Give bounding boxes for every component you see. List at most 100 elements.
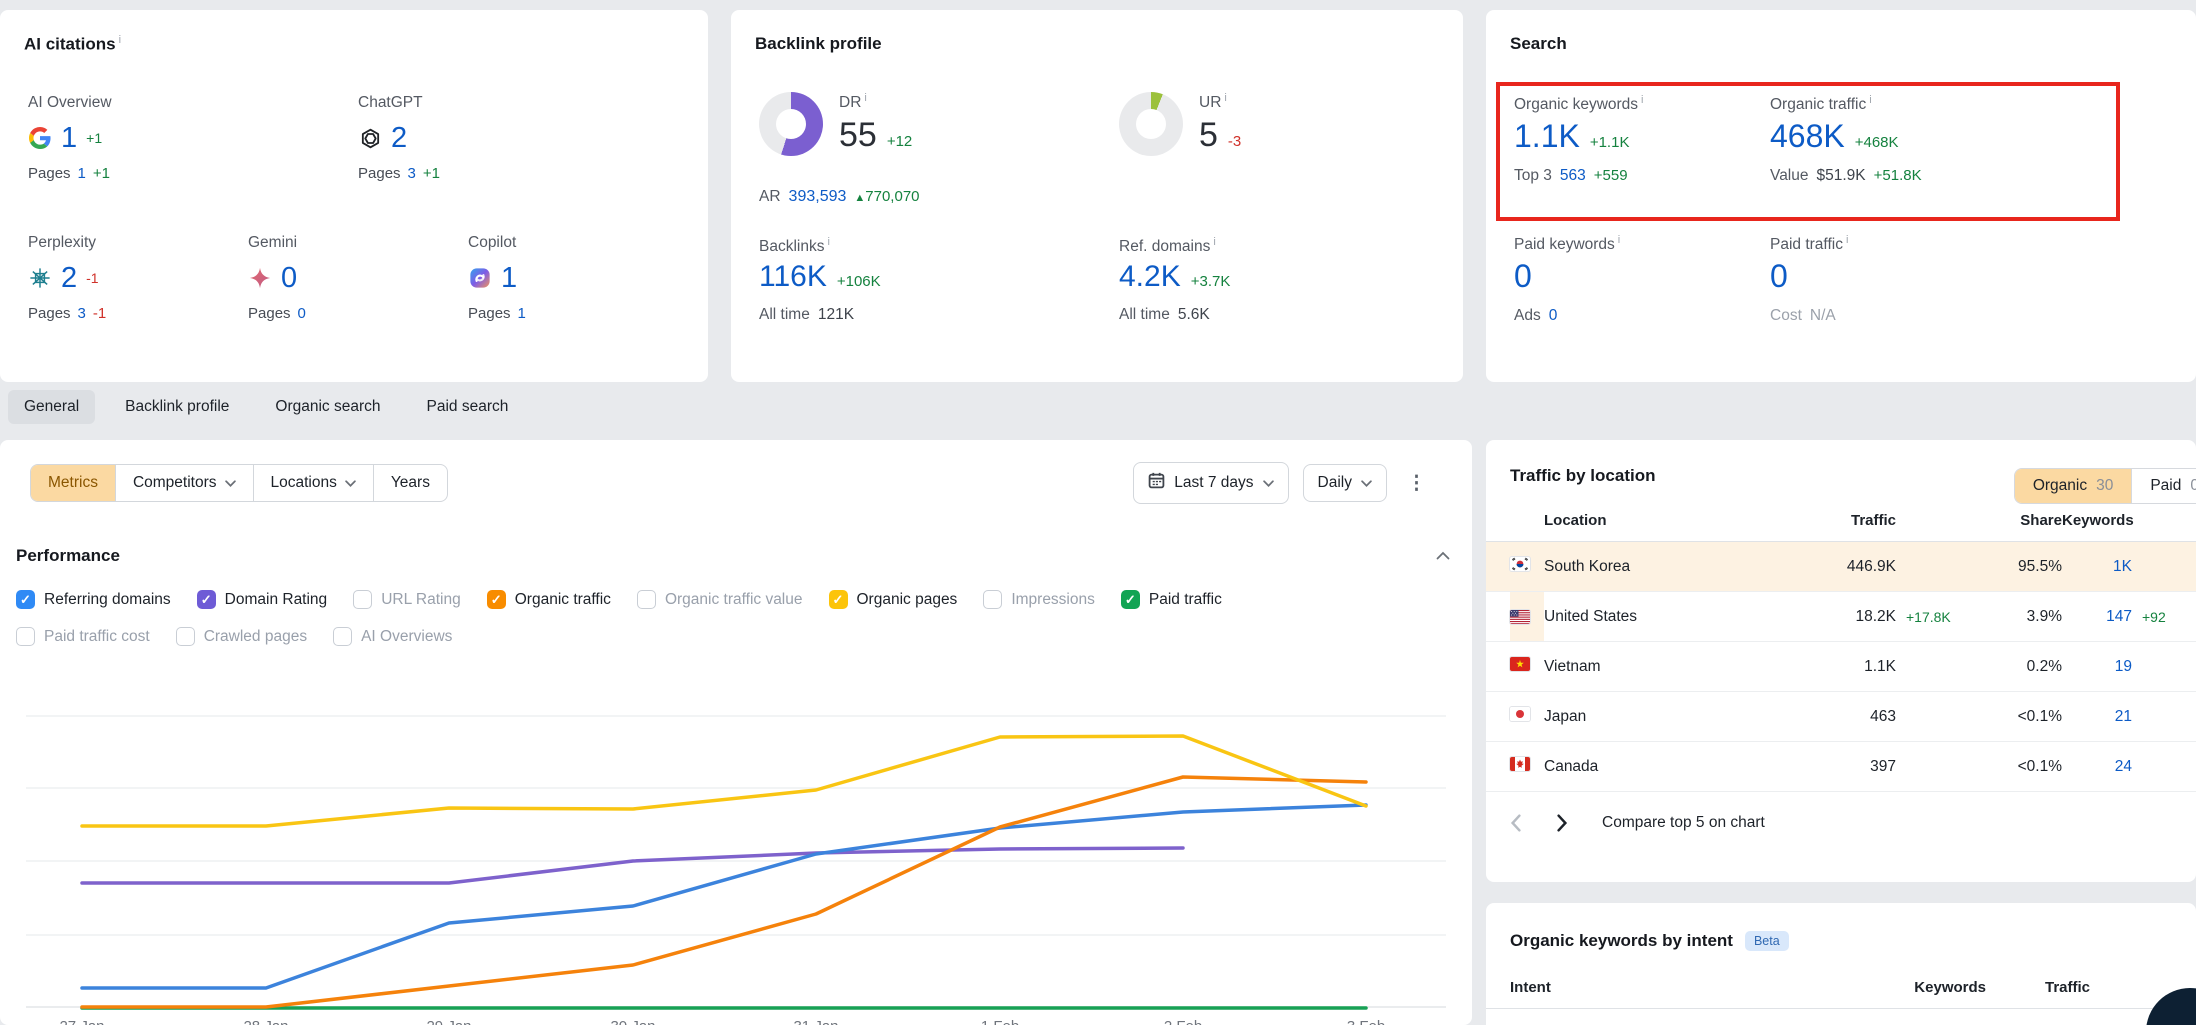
pages-value[interactable]: 3 [78,305,86,322]
info-icon[interactable]: i [1846,234,1848,246]
col-location[interactable]: Location [1544,512,1766,529]
col-intent[interactable]: Intent [1510,979,1866,996]
col-keywords[interactable]: Keywords [2062,512,2132,529]
organic-traffic-label: Organic traffici [1770,94,1922,114]
pages-value[interactable]: 1 [518,305,526,322]
tab-backlink-profile[interactable]: Backlink profile [109,390,245,424]
metric-checkbox-impressions[interactable]: Impressions [983,590,1095,609]
chart-x-tick-label: 2 Feb [1164,1018,1202,1025]
performance-line-chart[interactable]: 27 Jan28 Jan29 Jan30 Jan31 Jan1 Feb2 Feb… [0,688,1472,1025]
location-row-united-states[interactable]: United States 18.2K +17.8K 3.9% 147 +92 [1486,592,2196,642]
col-intent-keywords[interactable]: Keywords [1866,979,1986,996]
ai-citation-count[interactable]: 1 [501,262,517,295]
location-keywords[interactable]: 21 [2062,708,2132,726]
collapse-chevron-icon[interactable] [1436,547,1450,565]
col-traffic[interactable]: Traffic [1766,512,1896,529]
metric-checkbox-domain-rating[interactable]: ✓Domain Rating [197,590,328,609]
backlinks-value[interactable]: 116K [759,260,827,294]
backlinks-block: Backlinksi 116K+106K All time121K [759,236,881,324]
location-row-vietnam[interactable]: Vietnam 1.1K 0.2% 19 [1486,642,2196,692]
metric-checkbox-crawled-pages[interactable]: Crawled pages [176,627,307,646]
checkbox-unchecked-icon [983,590,1002,609]
tab-organic-search[interactable]: Organic search [259,390,396,424]
ai-citation-count[interactable]: 1 [61,122,77,155]
checkbox-checked-icon: ✓ [16,590,35,609]
paid-traffic-value[interactable]: 0 [1770,258,1788,295]
location-row-japan[interactable]: Japan 463 <0.1% 21 [1486,692,2196,742]
info-icon[interactable]: i [119,34,121,46]
location-keywords[interactable]: 147 [2062,608,2132,626]
location-keywords[interactable]: 24 [2062,758,2132,776]
ai-provider-label: Gemini [248,234,468,252]
tab-paid-search[interactable]: Paid search [411,390,525,424]
filter-competitors[interactable]: Competitors [115,465,253,501]
pages-value[interactable]: 0 [298,305,306,322]
location-keywords[interactable]: 19 [2062,658,2132,676]
ai-citation-count[interactable]: 2 [391,122,407,155]
info-icon[interactable]: i [1213,236,1215,248]
location-keywords[interactable]: 1K [2062,558,2132,576]
flag-icon-ca [1510,757,1544,776]
location-row-canada[interactable]: Canada 397 <0.1% 24 [1486,742,2196,792]
next-page-icon[interactable] [1556,814,1568,832]
metric-checkbox-ai-overviews[interactable]: AI Overviews [333,627,452,646]
backlinks-alltime-value: 121K [818,306,854,324]
metric-checkbox-organic-pages[interactable]: ✓Organic pages [829,590,958,609]
location-row-south-korea[interactable]: South Korea 446.9K 95.5% 1K [1486,542,2196,592]
info-icon[interactable]: i [1641,94,1643,106]
google-icon [28,126,52,150]
ai-citation-count[interactable]: 2 [61,262,77,295]
info-icon[interactable]: i [1224,92,1226,104]
toggle-organic[interactable]: Organic30 [2015,469,2132,503]
cost-value: N/A [1810,307,1836,325]
pages-label: Pages [28,165,71,182]
granularity-button[interactable]: Daily [1303,464,1387,502]
paid-keywords-label: Paid keywordsi [1514,234,1620,254]
chart-line-domain-rating[interactable] [82,848,1183,883]
pages-value[interactable]: 1 [78,165,86,182]
toggle-paid[interactable]: Paid0 [2131,469,2196,503]
tab-general[interactable]: General [8,390,95,424]
metric-checkbox-organic-traffic-value[interactable]: Organic traffic value [637,590,803,609]
metric-checkbox-url-rating[interactable]: URL Rating [353,590,461,609]
filter-years[interactable]: Years [373,465,447,501]
prev-page-icon[interactable] [1510,814,1522,832]
flag-icon-vn [1510,657,1544,676]
location-traffic: 446.9K [1766,558,1896,576]
ar-value[interactable]: 393,593 [789,188,847,206]
metric-label: Organic pages [857,591,958,609]
ai-provider-label: Copilot [468,234,688,252]
intent-table-header: Intent Keywords Traffic [1486,979,2196,1009]
top3-value[interactable]: 563 [1560,167,1586,185]
pages-value[interactable]: 3 [408,165,416,182]
chevron-down-icon [1263,474,1274,492]
date-range-button[interactable]: Last 7 days [1133,462,1288,504]
metric-checkbox-organic-traffic[interactable]: ✓Organic traffic [487,590,611,609]
ai-citations-title-text: AI citations [24,35,116,54]
compare-top5-label[interactable]: Compare top 5 on chart [1602,814,1765,832]
ai-citations-card: AI citationsi AI Overview 1 +1 Pages 1 +… [0,10,708,382]
calendar-icon [1148,472,1165,494]
col-share[interactable]: Share [1976,512,2062,529]
metric-checkbox-referring-domains[interactable]: ✓Referring domains [16,590,171,609]
perplexity-icon [28,266,52,290]
ads-value[interactable]: 0 [1549,307,1558,325]
info-icon[interactable]: i [827,236,829,248]
ai-citation-count[interactable]: 0 [281,262,297,295]
value-delta: +51.8K [1874,167,1922,184]
chart-x-tick-label: 1 Feb [981,1018,1019,1025]
organic-keywords-value[interactable]: 1.1K [1514,118,1580,155]
info-icon[interactable]: i [1869,94,1871,106]
metric-checkbox-paid-traffic-cost[interactable]: Paid traffic cost [16,627,150,646]
organic-traffic-value[interactable]: 468K [1770,118,1845,155]
more-options-icon[interactable]: ⋮ [1401,472,1432,495]
ref-domains-value[interactable]: 4.2K [1119,260,1181,294]
chart-line-referring-domains[interactable] [82,805,1366,988]
filter-metrics[interactable]: Metrics [31,465,115,501]
metric-checkbox-paid-traffic[interactable]: ✓Paid traffic [1121,590,1222,609]
paid-keywords-value[interactable]: 0 [1514,258,1532,295]
filter-locations[interactable]: Locations [253,465,373,501]
info-icon[interactable]: i [1618,234,1620,246]
info-icon[interactable]: i [864,92,866,104]
col-intent-traffic[interactable]: Traffic [1986,979,2090,996]
